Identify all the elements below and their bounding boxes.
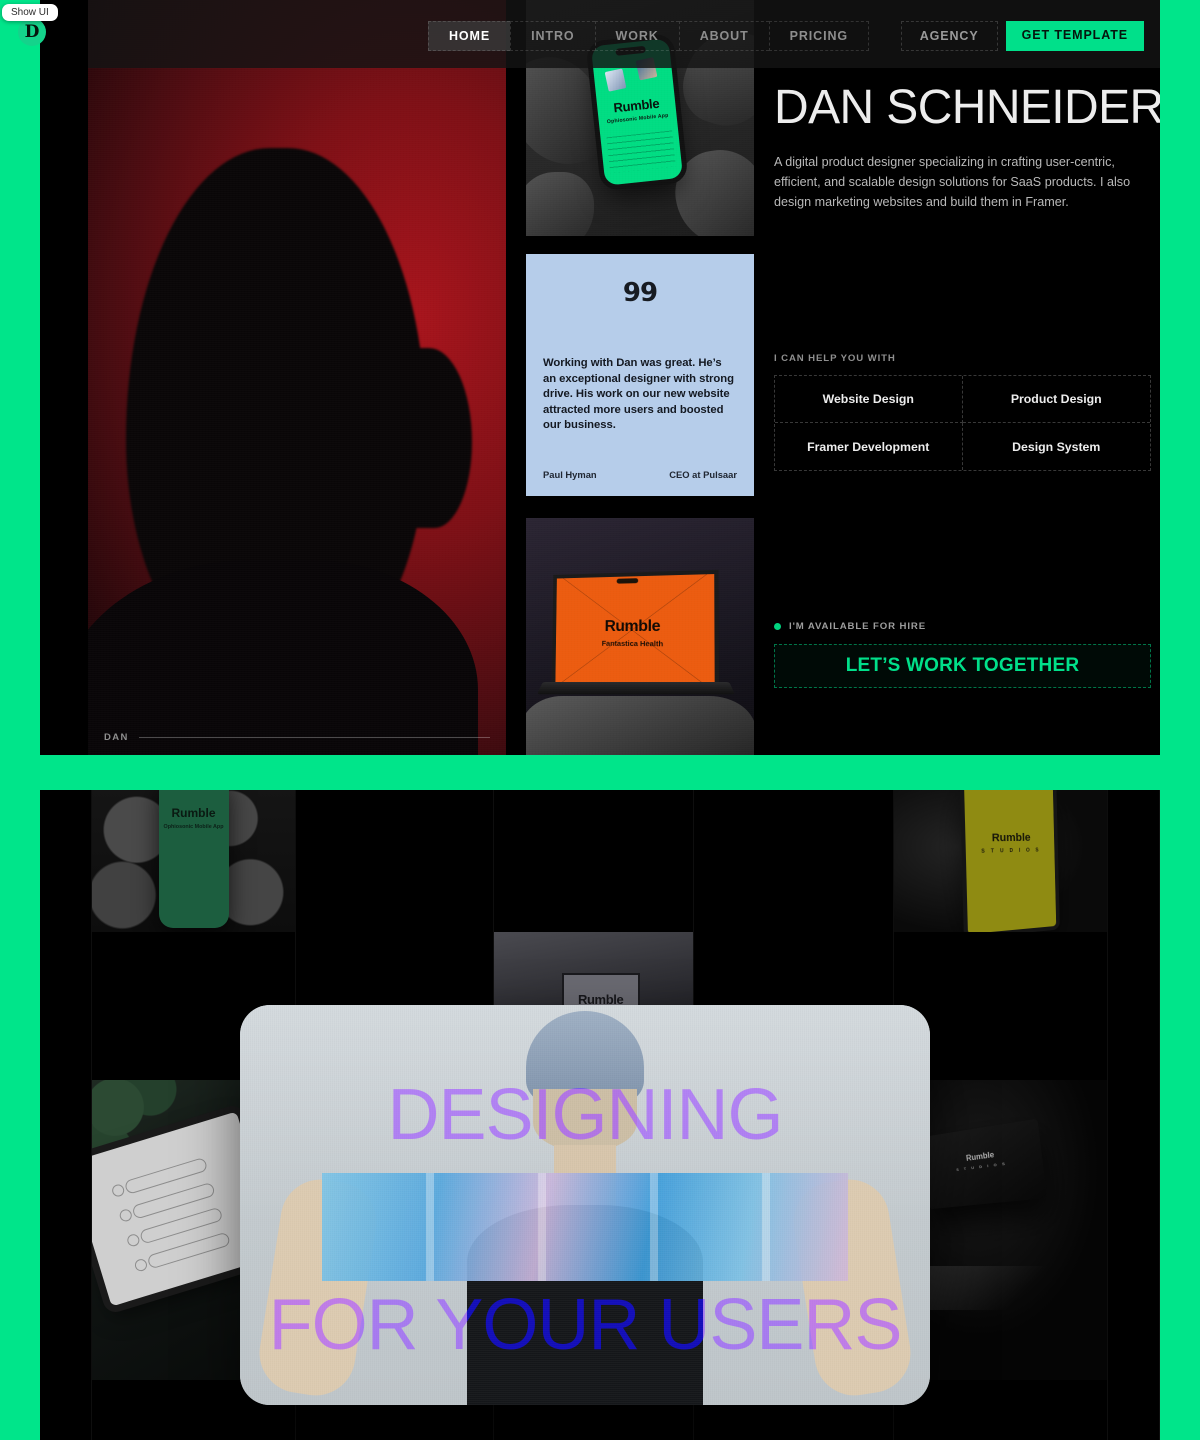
testimonial-footer: Paul Hyman CEO at Pulsaar bbox=[543, 469, 737, 480]
get-template-button[interactable]: GET TEMPLATE bbox=[1005, 21, 1144, 51]
grid-cell bbox=[296, 790, 494, 932]
app-thumbnail bbox=[604, 68, 627, 92]
grid-cell-tablet-yellow[interactable]: Rumble S T U D I O S bbox=[894, 790, 1108, 932]
availability-text: I'M AVAILABLE FOR HIRE bbox=[789, 621, 927, 632]
tablet-brand-label: Rumble bbox=[992, 831, 1032, 845]
rock-shape bbox=[526, 172, 594, 236]
testimonial-card: 99 Working with Dan was great. He’s an e… bbox=[526, 254, 754, 496]
skill-item[interactable]: Product Design bbox=[962, 376, 1150, 423]
wave-graphic bbox=[606, 130, 676, 174]
grid-cell bbox=[1108, 1080, 1160, 1380]
phone-pebbles-mockup: Rumble Ophiosonic Mobile App bbox=[92, 790, 295, 932]
show-ui-control[interactable]: Show UI bbox=[2, 2, 58, 21]
skill-item[interactable]: Framer Development bbox=[775, 423, 963, 470]
laptop-camera-notch bbox=[616, 578, 639, 584]
grid-cell bbox=[40, 1380, 92, 1440]
page-title: DAN SCHNEIDER bbox=[774, 81, 1160, 134]
portrait-caption-text: DAN bbox=[104, 732, 129, 743]
portrait-image: DAN bbox=[88, 0, 506, 755]
grid-cell bbox=[694, 790, 894, 932]
grid-cell bbox=[1108, 1380, 1160, 1440]
nav-links: HOME INTRO WORK ABOUT PRICING bbox=[428, 21, 870, 51]
media-column: Rumble Ophiosonic Mobile App 99 Working … bbox=[526, 0, 754, 755]
testimonial-body: Working with Dan was great. He’s an exce… bbox=[543, 357, 734, 432]
held-board bbox=[322, 1173, 848, 1281]
phone-subtitle-label: Ophiosonic Mobile App bbox=[163, 824, 224, 830]
wireframe-circle bbox=[125, 1232, 141, 1248]
grid-cell bbox=[1108, 932, 1160, 1080]
hero-description: A digital product designer specializing … bbox=[774, 155, 1131, 209]
tablet-yellow-mockup: Rumble S T U D I O S bbox=[894, 790, 1107, 932]
overlay-headline-line1: DESIGNING bbox=[387, 1075, 783, 1155]
nav-item-pricing[interactable]: PRICING bbox=[768, 21, 870, 51]
skills-section-label: I CAN HELP YOU WITH bbox=[774, 353, 896, 364]
caption-rule bbox=[138, 737, 490, 738]
laptop-base bbox=[536, 682, 736, 695]
tablet-subtitle-label: S T U D I O S bbox=[981, 847, 1042, 855]
availability-badge: I'M AVAILABLE FOR HIRE bbox=[774, 621, 926, 632]
wireframe-circle bbox=[133, 1257, 149, 1273]
nav-item-home[interactable]: HOME bbox=[428, 21, 511, 51]
laptop-screen: Rumble Fantastica Health bbox=[555, 574, 715, 687]
laptop-brand-label: Rumble bbox=[604, 617, 661, 636]
nav-item-work[interactable]: WORK bbox=[594, 21, 679, 51]
rock-shape bbox=[669, 144, 754, 236]
grid-cell bbox=[1108, 790, 1160, 932]
skill-item[interactable]: Design System bbox=[963, 423, 1151, 470]
site-logo[interactable]: D bbox=[18, 18, 46, 46]
phone-brand-label: Rumble bbox=[171, 806, 216, 820]
nav-item-intro[interactable]: INTRO bbox=[510, 21, 595, 51]
portrait-shoulder bbox=[88, 560, 478, 755]
box-device: Rumble S T U D I O S bbox=[921, 1118, 1047, 1210]
skills-grid: Website Design Product Design Framer Dev… bbox=[774, 375, 1151, 471]
portrait-caption: DAN bbox=[104, 732, 490, 743]
wireframe-circle bbox=[118, 1207, 134, 1223]
laptop-subtitle-label: Fantastica Health bbox=[601, 638, 664, 649]
hero-info-column: DAN SCHNEIDER A digital product designer… bbox=[774, 0, 1160, 755]
wireframe-circle bbox=[110, 1183, 126, 1199]
nav-actions: AGENCY GET TEMPLATE bbox=[900, 21, 1144, 51]
overlay-headline-line2: FOR YOUR USERS bbox=[268, 1285, 903, 1365]
testimonial-role: CEO at Pulsaar bbox=[669, 469, 737, 480]
grid-cell bbox=[40, 932, 92, 1080]
show-ui-label[interactable]: Show UI bbox=[2, 4, 58, 21]
skill-item[interactable]: Website Design bbox=[775, 376, 963, 423]
hero-section: DAN Rumble Ophiosonic Mobile App 99 Work… bbox=[40, 0, 1160, 755]
phone-device-green: Rumble Ophiosonic Mobile App bbox=[158, 790, 229, 928]
quote-mark-icon: 99 bbox=[622, 278, 658, 308]
grid-cell-phone-pebbles[interactable]: Rumble Ophiosonic Mobile App bbox=[92, 790, 296, 932]
nav-item-about[interactable]: ABOUT bbox=[678, 21, 769, 51]
testimonial-author: Paul Hyman bbox=[543, 469, 597, 480]
laptop-orange-mockup[interactable]: Rumble Fantastica Health bbox=[526, 518, 754, 755]
rock-pedestal bbox=[526, 696, 754, 755]
status-dot-icon bbox=[774, 623, 781, 630]
designing-overlay-card[interactable]: DESIGNING FOR YOUR USERS bbox=[240, 1005, 930, 1405]
grid-cell bbox=[494, 790, 694, 932]
tablet-device-yellow: Rumble S T U D I O S bbox=[964, 790, 1057, 932]
work-together-button[interactable]: LET’S WORK TOGETHER bbox=[774, 644, 1151, 688]
grid-cell bbox=[40, 790, 92, 932]
navigation-bar: HOME INTRO WORK ABOUT PRICING AGENCY GET… bbox=[88, 0, 1160, 68]
grid-cell bbox=[40, 1080, 92, 1380]
agency-button[interactable]: AGENCY bbox=[900, 21, 998, 51]
